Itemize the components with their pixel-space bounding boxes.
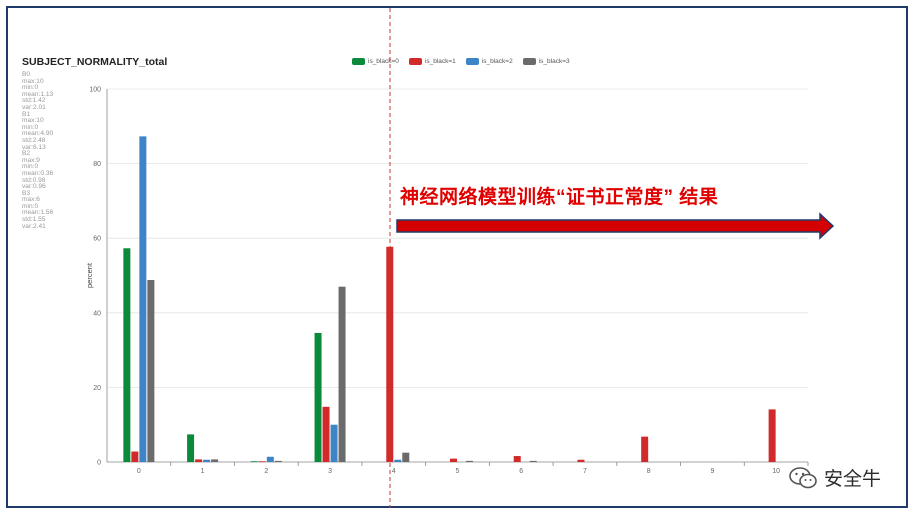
bar <box>394 459 402 462</box>
bar <box>768 409 776 462</box>
y-tick-label: 0 <box>97 460 101 467</box>
bar <box>203 459 211 462</box>
y-tick-label: 40 <box>93 310 101 317</box>
annotation-arrow <box>396 212 835 240</box>
chart-canvas: 0 20 40 60 80 100 percent 0 1 2 3 4 5 6 7 8 9 10 <box>85 8 835 508</box>
bar <box>211 459 219 462</box>
x-tick-label: 3 <box>328 468 332 475</box>
bar <box>330 424 338 462</box>
bar <box>402 452 410 462</box>
y-tick-label: 20 <box>93 385 101 392</box>
bar <box>529 460 537 462</box>
annotation-text: 神经网络模型训练“证书正常度” 结果 <box>400 187 719 208</box>
bar <box>195 459 203 462</box>
x-tick-label: 9 <box>710 468 714 475</box>
x-tick-label: 2 <box>264 468 268 475</box>
y-axis-label: percent <box>85 262 94 288</box>
bar <box>274 460 282 462</box>
x-tick-label: 10 <box>772 468 780 475</box>
bar <box>314 332 322 462</box>
bar <box>123 248 131 462</box>
x-tick-label: 4 <box>392 468 396 475</box>
y-tick-label: 60 <box>93 236 101 243</box>
wechat-icon <box>789 466 817 488</box>
x-tick-label: 5 <box>456 468 460 475</box>
x-tick-label: 1 <box>201 468 205 475</box>
bar <box>250 461 258 462</box>
y-tick-label: 100 <box>89 87 101 94</box>
bar <box>450 458 457 462</box>
x-tick-label: 6 <box>519 468 523 475</box>
bar <box>513 456 521 462</box>
x-tick-label: 0 <box>137 468 141 475</box>
x-tick-label: 7 <box>583 468 587 475</box>
bar <box>338 286 346 462</box>
bar <box>258 461 266 462</box>
bar <box>266 456 274 462</box>
watermark-text: 安全牛 <box>824 469 882 490</box>
x-tick-label: 8 <box>647 468 651 475</box>
bar <box>466 460 473 462</box>
bar <box>131 451 139 462</box>
bar <box>577 459 585 462</box>
y-tick-label: 80 <box>93 161 101 168</box>
slide: SUBJECT_NORMALITY_total B0 max:10 min:0 mea… <box>0 0 918 516</box>
bar <box>641 436 649 462</box>
bar <box>147 279 155 462</box>
bar <box>187 434 195 462</box>
watermark: 安全牛 <box>788 464 881 491</box>
bar <box>322 406 330 462</box>
bar <box>139 136 147 462</box>
